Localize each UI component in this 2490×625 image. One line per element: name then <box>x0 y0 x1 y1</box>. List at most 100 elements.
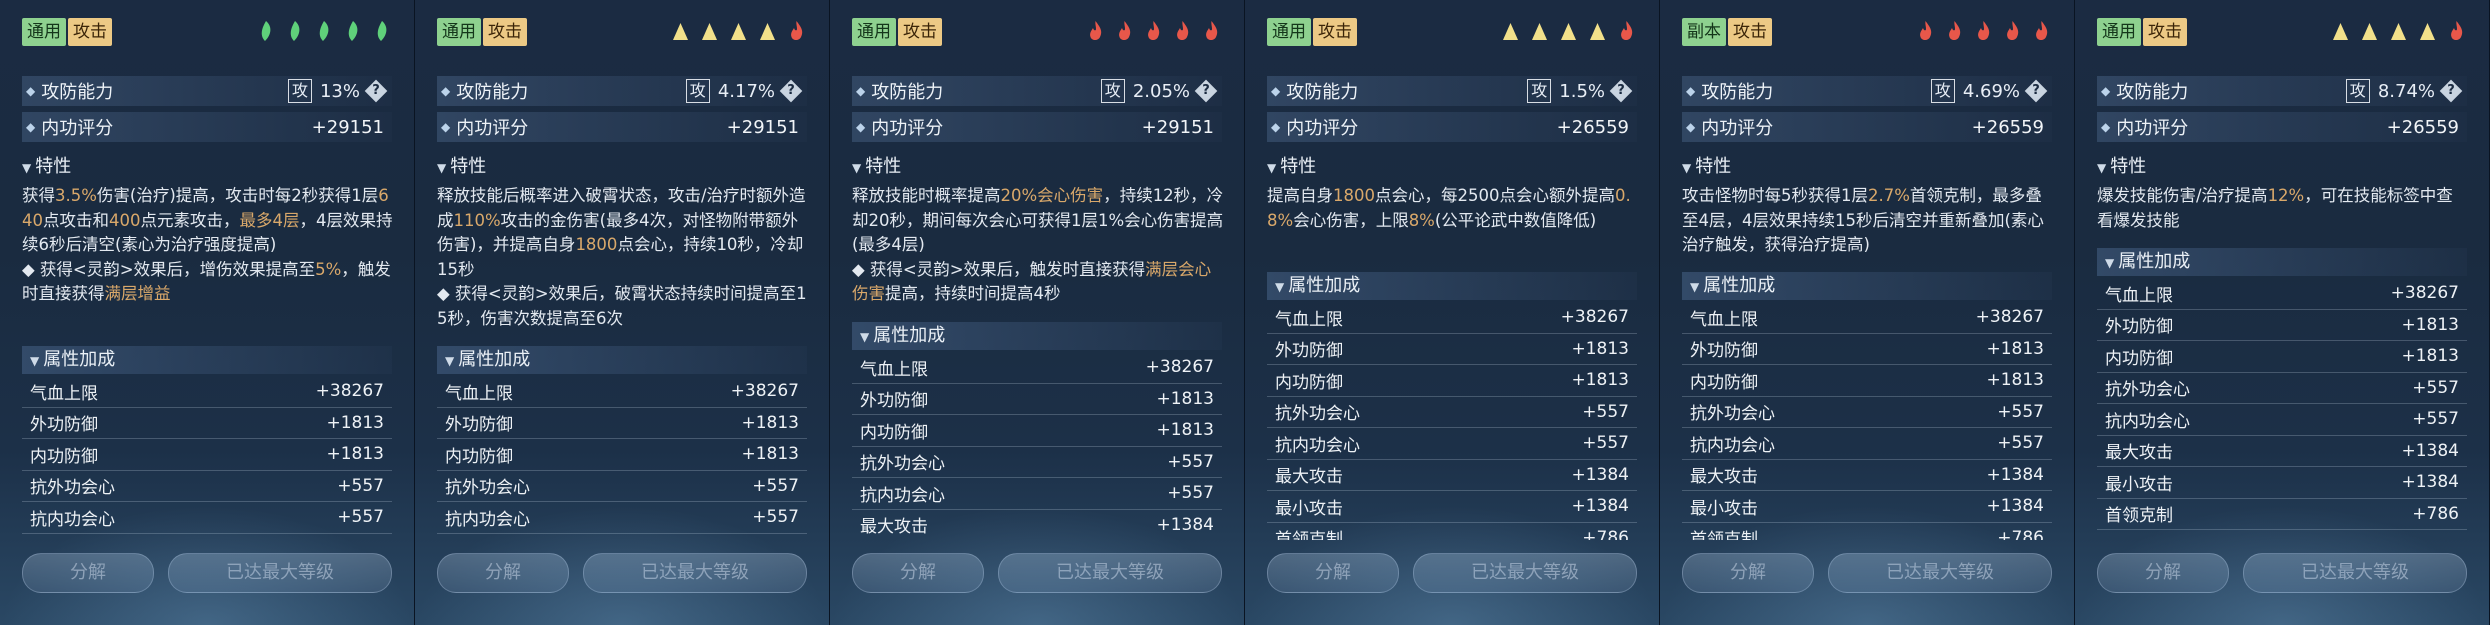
help-icon[interactable]: ? <box>779 79 803 103</box>
tri-gem-icon <box>2332 20 2349 42</box>
max-level-button[interactable]: 已达最大等级 <box>1828 553 2052 593</box>
traits-description: 释放技能时概率提高20%会心伤害，持续12秒，冷却20秒，期间每次会心可获得1层… <box>852 186 1224 303</box>
attr-name: 最小攻击 <box>1690 498 1758 519</box>
attr-value: +557 <box>1167 483 1214 504</box>
flame-gem-icon <box>1946 20 1963 42</box>
max-level-button[interactable]: 已达最大等级 <box>168 553 392 593</box>
attr-bonus-header[interactable]: ▼ 属性加成 <box>437 346 807 374</box>
collapse-triangle-icon: ▼ <box>852 161 862 175</box>
traits-header[interactable]: ▼ 特性 <box>852 152 901 178</box>
traits-header[interactable]: ▼ 特性 <box>2097 152 2146 178</box>
category-tag: 通用 <box>852 18 896 46</box>
attr-name: 抗外功会心 <box>2105 380 2190 401</box>
max-level-button[interactable]: 已达最大等级 <box>998 553 1222 593</box>
max-level-button[interactable]: 已达最大等级 <box>1413 553 1637 593</box>
attack-type-badge: 攻 <box>685 79 710 103</box>
traits-description: 获得3.5%伤害(治疗)提高，攻击时每2秒获得1层640点攻击和400点元素攻击… <box>22 186 393 303</box>
traits-description: 释放技能后概率进入破霄状态，攻击/治疗时额外造成110%攻击的金伤害(最多4次，… <box>437 186 807 328</box>
attr-value: +786 <box>1997 527 2044 540</box>
tri-gem-icon <box>759 20 776 42</box>
inner-score-label: 内功评分 <box>41 118 114 139</box>
collapse-triangle-icon: ▼ <box>1275 280 1285 294</box>
attr-row: 抗外功会心 +557 <box>852 447 1222 478</box>
decompose-button[interactable]: 分解 <box>1267 553 1399 593</box>
traits-description: 提高自身1800点会心，每2500点会心额外提高0.8%会心伤害，上限8%(公平… <box>1267 186 1631 230</box>
decompose-button[interactable]: 分解 <box>2097 553 2229 593</box>
help-icon[interactable]: ? <box>364 79 388 103</box>
tag-row: 通用 攻击 <box>22 18 114 46</box>
collapse-triangle-icon: ▼ <box>2097 161 2107 175</box>
attr-name: 气血上限 <box>445 383 513 404</box>
traits-header[interactable]: ▼ 特性 <box>437 152 486 178</box>
attr-value: +786 <box>2412 503 2459 524</box>
attr-name: 抗内功会心 <box>1275 435 1360 456</box>
flame-gem-icon <box>2448 20 2465 42</box>
attr-row: 气血上限 +38267 <box>437 376 807 408</box>
equipment-card-4: 通用 攻击 ◆ 攻防能力 攻 1.5% ? ◆ 内功评分 +26559 ▼ 特性 提… <box>1245 0 1660 625</box>
gem-slots <box>2332 20 2465 42</box>
traits-header[interactable]: ▼ 特性 <box>22 152 71 178</box>
attr-value: +1813 <box>2401 346 2459 367</box>
attr-bonus-title: 属性加成 <box>1703 275 1776 296</box>
attr-value: +1813 <box>1986 338 2044 359</box>
equipment-card-6: 通用 攻击 ◆ 攻防能力 攻 8.74% ? ◆ 内功评分 +26559 ▼ 特性 … <box>2075 0 2490 625</box>
attr-value: +557 <box>1582 401 1629 422</box>
tag-row: 通用 攻击 <box>852 18 944 46</box>
attr-name: 外功防御 <box>30 415 98 436</box>
inner-score-value: +29151 <box>726 116 799 138</box>
attr-name: 最小攻击 <box>2105 474 2173 495</box>
attr-name: 外功防御 <box>2105 317 2173 338</box>
attr-bonus-header[interactable]: ▼ 属性加成 <box>1267 272 1637 300</box>
attr-value: +1384 <box>1986 464 2044 485</box>
gem-slots <box>1502 20 1635 42</box>
decompose-button[interactable]: 分解 <box>22 553 154 593</box>
attr-bonus-header[interactable]: ▼ 属性加成 <box>2097 248 2467 276</box>
attr-value: +1813 <box>1571 370 1629 391</box>
traits-header[interactable]: ▼ 特性 <box>1267 152 1316 178</box>
attack-defense-row: ◆ 攻防能力 攻 13% ? <box>22 76 392 106</box>
collapse-triangle-icon: ▼ <box>1682 161 1692 175</box>
attr-name: 抗内功会心 <box>30 509 115 530</box>
attr-value: +557 <box>337 507 384 528</box>
help-icon[interactable]: ? <box>2439 79 2463 103</box>
traits-title: 特性 <box>865 156 902 177</box>
decompose-button[interactable]: 分解 <box>852 553 984 593</box>
max-level-button[interactable]: 已达最大等级 <box>2243 553 2467 593</box>
attr-value: +557 <box>752 507 799 528</box>
tri-gem-icon <box>701 20 718 42</box>
attr-row: 最小攻击 +1384 <box>1682 491 2052 523</box>
attack-type-badge: 攻 <box>1930 79 1955 103</box>
max-level-button[interactable]: 已达最大等级 <box>583 553 807 593</box>
attr-bonus-header[interactable]: ▼ 属性加成 <box>852 322 1222 350</box>
attr-name: 气血上限 <box>860 359 928 380</box>
diamond-bullet-icon: ◆ <box>2101 84 2111 98</box>
diamond-bullet-icon: ◆ <box>441 84 451 98</box>
help-icon[interactable]: ? <box>1609 79 1633 103</box>
category-tag: 攻击 <box>483 18 527 46</box>
attr-list: 气血上限 +38267 外功防御 +1813 内功防御 +1813 抗外功会心 +557 抗内功… <box>437 376 807 540</box>
decompose-button[interactable]: 分解 <box>437 553 569 593</box>
attr-value: +557 <box>2412 409 2459 430</box>
attr-name: 抗内功会心 <box>2105 411 2190 432</box>
attr-name: 外功防御 <box>445 415 513 436</box>
attr-row: 外功防御 +1813 <box>1682 334 2052 365</box>
attr-bonus-header[interactable]: ▼ 属性加成 <box>22 346 392 374</box>
attr-name: 抗外功会心 <box>860 454 945 475</box>
attr-list: 气血上限 +38267 外功防御 +1813 内功防御 +1813 抗外功会心 +557 抗内功… <box>1682 302 2052 540</box>
tri-gem-icon <box>2419 20 2436 42</box>
attr-row: 外功防御 +1813 <box>1267 334 1637 365</box>
attr-name: 内功防御 <box>1275 372 1343 393</box>
attr-name: 气血上限 <box>1690 309 1758 330</box>
traits-title: 特性 <box>2110 156 2147 177</box>
traits-header[interactable]: ▼ 特性 <box>1682 152 1731 178</box>
diamond-bullet-icon: ◆ <box>856 84 866 98</box>
attr-row: 内功防御 +1813 <box>2097 341 2467 373</box>
help-icon[interactable]: ? <box>1194 79 1218 103</box>
help-icon[interactable]: ? <box>2024 79 2048 103</box>
equipment-card-1: 通用 攻击 ◆ 攻防能力 攻 13% ? ◆ 内功评分 +29151 ▼ 特性 获得… <box>0 0 415 625</box>
decompose-button[interactable]: 分解 <box>1682 553 1814 593</box>
attr-row: 抗内功会心 +557 <box>1682 428 2052 460</box>
attr-bonus-header[interactable]: ▼ 属性加成 <box>1682 272 2052 300</box>
attr-name: 首领克制 <box>1275 525 1343 540</box>
attr-row: 最大攻击 +1384 <box>2097 436 2467 467</box>
